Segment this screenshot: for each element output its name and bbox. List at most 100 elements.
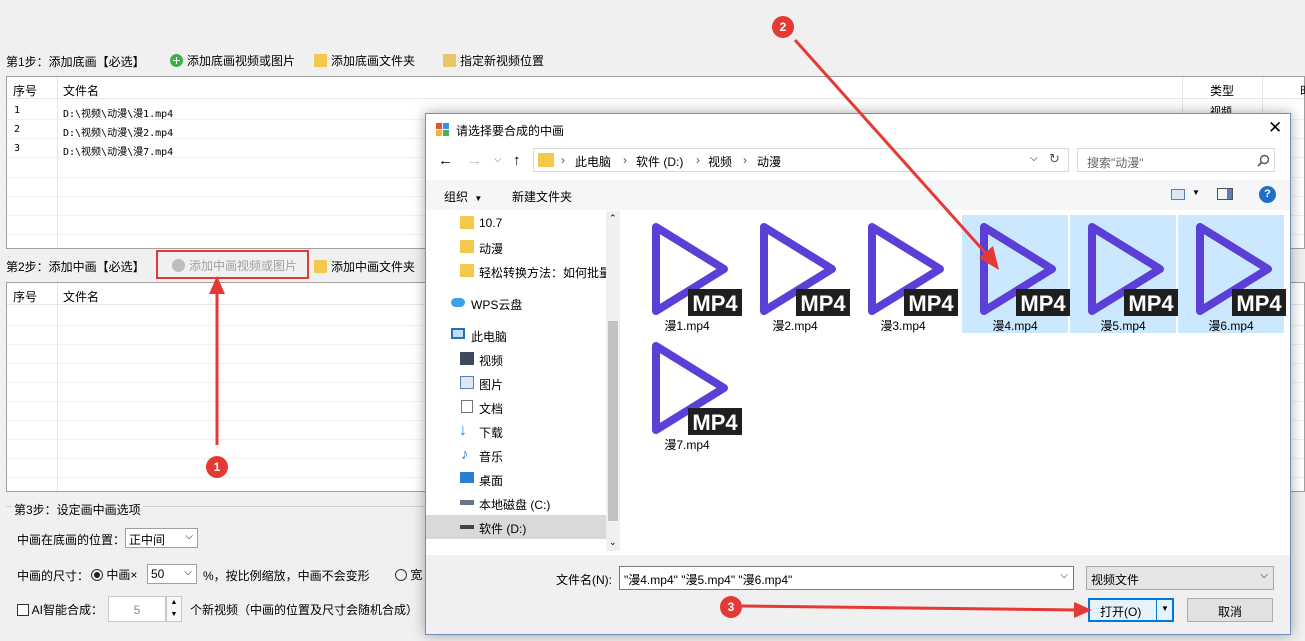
size-label: 中画的尺寸：	[17, 569, 90, 583]
up-arrow-icon[interactable]: ↑	[513, 152, 521, 169]
nav-item-desktop[interactable]: 桌面	[426, 467, 606, 491]
folder-icon	[460, 216, 474, 229]
recent-chevron-icon[interactable]: ⌵	[494, 154, 502, 165]
breadcrumb-drive-d[interactable]: 软件 (D:)	[636, 153, 683, 170]
radio-checked-icon	[91, 569, 103, 581]
mp4-play-icon: MP4	[980, 223, 1070, 316]
nav-scrollbar[interactable]: ⌃ ⌄	[606, 211, 620, 551]
size-suffix: %，按比例缩放，中画不会变形	[203, 569, 370, 583]
mp4-play-icon: MP4	[1088, 223, 1178, 316]
preview-pane-icon[interactable]	[1217, 188, 1233, 200]
nav-item-pictures[interactable]: 图片	[426, 371, 606, 395]
file-name: 漫7.mp4	[664, 438, 710, 452]
desktop-icon	[460, 472, 474, 483]
cloud-icon	[451, 298, 465, 307]
organize-menu[interactable]: 组织 ▼	[444, 188, 482, 205]
caret-down-icon[interactable]: ▼	[1161, 604, 1169, 613]
mp4-play-icon: MP4	[652, 223, 742, 316]
new-folder-button[interactable]: 新建文件夹	[512, 188, 572, 205]
dialog-footer: 文件名(N): "漫4.mp4" "漫5.mp4" "漫6.mp4" ⌵ 视频文…	[426, 555, 1290, 634]
file-item[interactable]: MP4 漫7.mp4	[634, 334, 742, 452]
close-icon[interactable]: ✕	[1268, 118, 1282, 138]
file-name: 漫5.mp4	[1100, 319, 1146, 333]
svg-text:MP4: MP4	[692, 410, 738, 435]
breadcrumb-this-pc[interactable]: 此电脑	[575, 153, 611, 170]
table-header: 序号 文件名 类型 时	[7, 77, 1305, 99]
column-header-filename: 文件名	[63, 290, 100, 304]
search-icon	[1257, 154, 1270, 167]
filetype-select[interactable]: 视频文件 ⌵	[1086, 566, 1274, 590]
step-marker-2: 2	[772, 16, 794, 38]
nav-item-drive-d[interactable]: 软件 (D:)	[426, 515, 606, 539]
size-ratio-select[interactable]: 50 ⌵	[147, 564, 197, 584]
chevron-down-icon: ⌵	[184, 567, 192, 578]
view-options-icon[interactable]	[1171, 189, 1185, 200]
scroll-down-icon[interactable]: ⌄	[609, 537, 617, 548]
add-middle-folder-button[interactable]: 添加中画文件夹	[314, 258, 415, 275]
mp4-play-icon: MP4	[652, 342, 742, 435]
file-name: 漫3.mp4	[880, 319, 926, 333]
scrollbar-thumb[interactable]	[608, 321, 618, 521]
mp4-play-icon: MP4	[1196, 223, 1286, 316]
folder-icon	[460, 240, 474, 253]
column-header-index: 序号	[13, 290, 38, 304]
nav-item-anime[interactable]: 动漫	[426, 235, 606, 259]
column-header-duration: 时	[1300, 82, 1305, 99]
back-arrow-icon[interactable]: ←	[438, 152, 453, 169]
nav-item-10-7[interactable]: 10.7	[426, 211, 606, 235]
ai-count-stepper[interactable]: ▲ ▼	[166, 596, 182, 622]
file-item[interactable]: MP4 漫2.mp4	[742, 215, 850, 333]
chevron-down-icon[interactable]: ⌵	[1030, 153, 1038, 164]
caret-down-icon[interactable]: ▼	[1192, 188, 1200, 197]
document-folder-icon	[461, 400, 473, 413]
filename-input[interactable]: "漫4.mp4" "漫5.mp4" "漫6.mp4" ⌵	[619, 566, 1074, 590]
position-select[interactable]: 正中间 ⌵	[125, 528, 198, 548]
add-middle-video-button[interactable]: 添加中画视频或图片	[156, 250, 309, 279]
nav-item-downloads[interactable]: ↓ 下载	[426, 419, 606, 443]
computer-icon	[451, 328, 465, 339]
scroll-up-icon[interactable]: ⌃	[609, 213, 617, 224]
forward-arrow-icon[interactable]: →	[467, 152, 482, 169]
breadcrumb-video[interactable]: 视频	[708, 153, 732, 170]
step1-label: 第1步：添加底画【必选】	[6, 55, 145, 69]
cancel-button[interactable]: 取消	[1187, 598, 1273, 622]
file-item-selected[interactable]: MP4 漫4.mp4	[962, 215, 1070, 333]
search-box[interactable]: 搜索"动漫"	[1077, 148, 1275, 172]
column-header-index: 序号	[13, 84, 38, 98]
folder-icon	[538, 153, 554, 167]
nav-item-batch-method[interactable]: 轻松转换方法：如何批量	[426, 259, 606, 283]
nav-item-documents[interactable]: 文档	[426, 395, 606, 419]
mp4-play-icon: MP4	[868, 223, 958, 316]
breadcrumb-anime[interactable]: 动漫	[757, 153, 781, 170]
ai-count-input[interactable]: 5	[108, 596, 166, 622]
set-position-button[interactable]: 指定新视频位置	[443, 52, 544, 69]
add-base-folder-button[interactable]: 添加底画文件夹	[314, 52, 415, 69]
nav-item-drive-c[interactable]: 本地磁盘 (C:)	[426, 491, 606, 515]
chevron-down-icon: ⌵	[185, 531, 193, 542]
refresh-icon[interactable]: ↻	[1049, 151, 1060, 167]
open-button[interactable]: 打开(O) ▼	[1088, 598, 1174, 622]
filename-label: 文件名(N):	[556, 573, 612, 587]
address-bar[interactable]: › 此电脑 › 软件 (D:) › 视频 › 动漫 ⌵ ↻	[533, 148, 1069, 172]
nav-item-this-pc[interactable]: 此电脑	[426, 323, 606, 347]
file-item-selected[interactable]: MP4 漫6.mp4	[1178, 215, 1286, 333]
file-item-selected[interactable]: MP4 漫5.mp4	[1070, 215, 1178, 333]
file-item[interactable]: MP4 漫1.mp4	[634, 215, 742, 333]
svg-text:MP4: MP4	[1128, 291, 1174, 316]
size-ratio-radio[interactable]: 中画×	[91, 566, 137, 583]
add-base-video-button[interactable]: 添加底画视频或图片	[170, 52, 295, 69]
help-icon[interactable]: ?	[1259, 186, 1276, 203]
ai-compose-checkbox[interactable]: AI智能合成：	[17, 601, 103, 618]
search-input[interactable]: 搜索"动漫"	[1087, 154, 1144, 171]
step3-legend: 第3步：设定画中画选项	[12, 501, 143, 518]
column-header-filename: 文件名	[63, 84, 100, 98]
nav-item-wps-cloud[interactable]: WPS云盘	[426, 291, 606, 315]
nav-item-music[interactable]: ♪ 音乐	[426, 443, 606, 467]
svg-text:MP4: MP4	[1020, 291, 1066, 316]
size-width-radio[interactable]: 宽	[395, 566, 422, 583]
step2-label: 第2步：添加中画【必选】	[6, 260, 145, 274]
chevron-down-icon[interactable]: ⌵	[1060, 570, 1068, 581]
file-item[interactable]: MP4 漫3.mp4	[850, 215, 958, 333]
column-header-type: 类型	[1210, 84, 1235, 98]
nav-item-video[interactable]: 视频	[426, 347, 606, 371]
